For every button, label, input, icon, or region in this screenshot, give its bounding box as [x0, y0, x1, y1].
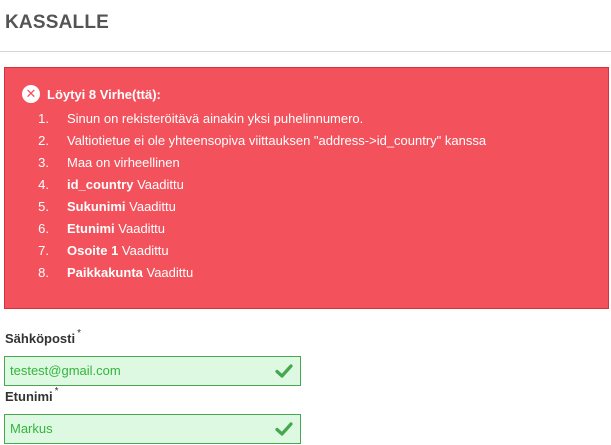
error-number: 5. — [38, 199, 49, 214]
email-label-text: Sähköposti — [5, 331, 76, 346]
firstname-label: Etunimi * — [5, 386, 59, 404]
error-text: Vaadittu — [118, 243, 169, 258]
error-number: 8. — [38, 265, 49, 280]
error-field-name: Osoite 1 — [67, 243, 119, 258]
error-text: Vaadittu — [114, 221, 166, 236]
error-number: 6. — [38, 221, 49, 236]
email-value: testest@gmail.com — [10, 363, 121, 378]
error-text: Vaadittu — [142, 265, 194, 280]
error-text: Vaadittu — [125, 199, 176, 214]
check-icon — [275, 422, 293, 436]
error-text: Valtiotietue ei ole yhteensopiva viittau… — [67, 133, 487, 148]
error-number: 4. — [38, 177, 49, 192]
error-text: Maa on virheellinen — [67, 155, 180, 170]
error-item: 1. Sinun on rekisteröitävä ainakin yksi p… — [25, 108, 486, 130]
email-label: Sähköposti * — [5, 328, 81, 346]
firstname-value: Markus — [10, 421, 53, 436]
title-divider — [0, 51, 611, 52]
error-field-name: id_country — [67, 177, 134, 192]
error-text: Sinun on rekisteröitävä ainakin yksi puh… — [67, 111, 364, 126]
error-number: 3. — [38, 155, 49, 170]
error-number: 2. — [38, 133, 49, 148]
error-field-name: Sukunimi — [67, 199, 126, 214]
error-item: 3. Maa on virheellinen — [25, 152, 486, 174]
error-item: 8. Paikkakunta Vaadittu — [25, 262, 486, 284]
error-item: 7. Osoite 1 Vaadittu — [25, 240, 486, 262]
required-mark: * — [77, 328, 81, 339]
error-item: 6. Etunimi Vaadittu — [25, 218, 486, 240]
check-icon — [275, 364, 293, 378]
page-title: KASSALLE — [5, 12, 109, 33]
error-item: 2. Valtiotietue ei ole yhteensopiva viitt… — [25, 130, 486, 152]
error-item: 5. Sukunimi Vaadittu — [25, 196, 486, 218]
checkout-page: KASSALLE ✕ Löytyi 8 Virhe(ttä): 1. Sinun … — [0, 0, 611, 445]
email-field[interactable]: testest@gmail.com — [4, 356, 301, 386]
error-number: 7. — [38, 243, 49, 258]
error-text: Vaadittu — [133, 177, 184, 192]
error-heading: Löytyi 8 Virhe(ttä): — [47, 87, 161, 102]
error-field-name: Paikkakunta — [67, 265, 143, 280]
error-alert: ✕ Löytyi 8 Virhe(ttä): 1. Sinun on rekist… — [4, 67, 609, 309]
error-x-icon: ✕ — [22, 85, 40, 103]
firstname-field[interactable]: Markus — [4, 414, 301, 444]
required-mark: * — [54, 386, 59, 397]
error-item: 4. id_country Vaadittu — [25, 174, 486, 196]
error-number: 1. — [38, 111, 49, 126]
firstname-label-text: Etunimi — [5, 389, 53, 404]
error-list: 1. Sinun on rekisteröitävä ainakin yksi p… — [25, 108, 486, 284]
error-field-name: Etunimi — [67, 221, 115, 236]
